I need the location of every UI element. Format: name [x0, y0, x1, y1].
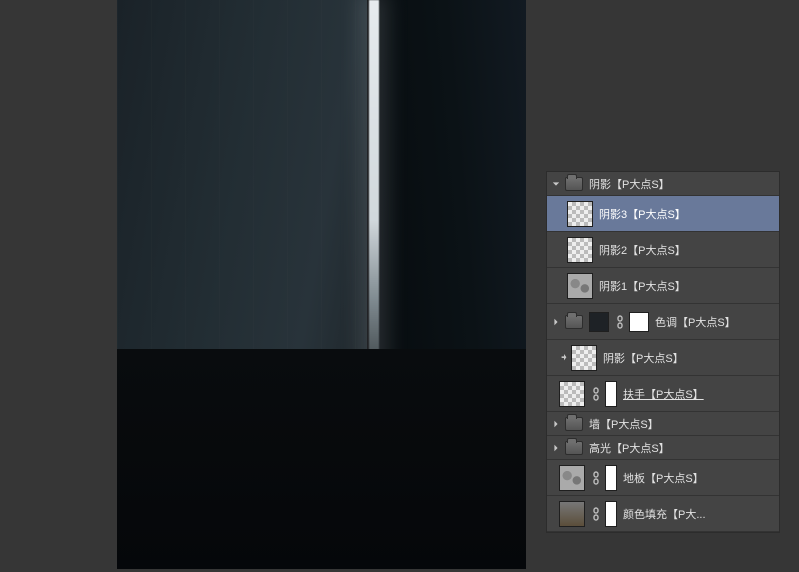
layer-label: 阴影【P大点S】	[603, 350, 779, 366]
layer-label: 阴影1【P大点S】	[599, 278, 779, 294]
layer-thumb-icon[interactable]	[567, 201, 593, 227]
layer-shadow-3[interactable]: 阴影3【P大点S】	[547, 196, 779, 232]
folder-icon	[565, 417, 583, 431]
layer-group-tone[interactable]: 色调【P大点S】	[547, 304, 779, 340]
layer-thumb-icon[interactable]	[559, 381, 585, 407]
link-icon[interactable]	[615, 315, 625, 329]
link-icon[interactable]	[591, 507, 601, 521]
layers-panel: 阴影【P大点S】 阴影3【P大点S】 阴影2【P大点S】 阴影1【P大点S】 色…	[546, 171, 780, 533]
layer-label: 阴影3【P大点S】	[599, 206, 779, 222]
layer-group-shadow[interactable]: 阴影【P大点S】	[547, 172, 779, 196]
layer-color-fill[interactable]: 颜色填充【P大...	[547, 496, 779, 532]
layer-label: 地板【P大点S】	[623, 470, 779, 486]
layer-thumb-icon[interactable]	[559, 465, 585, 491]
layer-label: 阴影【P大点S】	[589, 176, 779, 192]
layer-label: 高光【P大点S】	[589, 440, 779, 456]
canvas-floor	[117, 349, 526, 569]
disclosure-right-icon[interactable]	[551, 443, 561, 453]
link-icon[interactable]	[591, 387, 601, 401]
layer-floor[interactable]: 地板【P大点S】	[547, 460, 779, 496]
layer-mask-icon[interactable]	[629, 312, 649, 332]
layer-label: 阴影2【P大点S】	[599, 242, 779, 258]
layer-thumb-icon[interactable]	[567, 273, 593, 299]
layer-label: 颜色填充【P大...	[623, 506, 779, 522]
layer-mask-icon[interactable]	[605, 465, 617, 491]
folder-icon	[565, 315, 583, 329]
folder-icon	[565, 177, 583, 191]
folder-icon	[565, 441, 583, 455]
layer-group-highlight[interactable]: 高光【P大点S】	[547, 436, 779, 460]
layer-label: 色调【P大点S】	[655, 314, 779, 330]
canvas-light-slit	[369, 0, 379, 400]
layer-thumb-icon[interactable]	[559, 501, 585, 527]
layer-thumb-icon[interactable]	[571, 345, 597, 371]
disclosure-down-icon[interactable]	[551, 179, 561, 189]
layer-group-wall[interactable]: 墙【P大点S】	[547, 412, 779, 436]
layer-shadow-1[interactable]: 阴影1【P大点S】	[547, 268, 779, 304]
layer-shadow-clip[interactable]: 阴影【P大点S】	[547, 340, 779, 376]
layer-thumb-icon[interactable]	[567, 237, 593, 263]
link-icon[interactable]	[591, 471, 601, 485]
canvas-area[interactable]	[117, 0, 526, 569]
disclosure-right-icon[interactable]	[551, 419, 561, 429]
layer-label: 扶手【P大点S】	[623, 386, 779, 402]
layer-mask-icon[interactable]	[605, 501, 617, 527]
disclosure-right-icon[interactable]	[551, 317, 561, 327]
layer-label: 墙【P大点S】	[589, 416, 779, 432]
layer-mask-icon[interactable]	[605, 381, 617, 407]
layer-shadow-2[interactable]: 阴影2【P大点S】	[547, 232, 779, 268]
layer-thumb-icon[interactable]	[589, 312, 609, 332]
layer-handrail[interactable]: 扶手【P大点S】	[547, 376, 779, 412]
clip-down-icon	[559, 354, 569, 362]
